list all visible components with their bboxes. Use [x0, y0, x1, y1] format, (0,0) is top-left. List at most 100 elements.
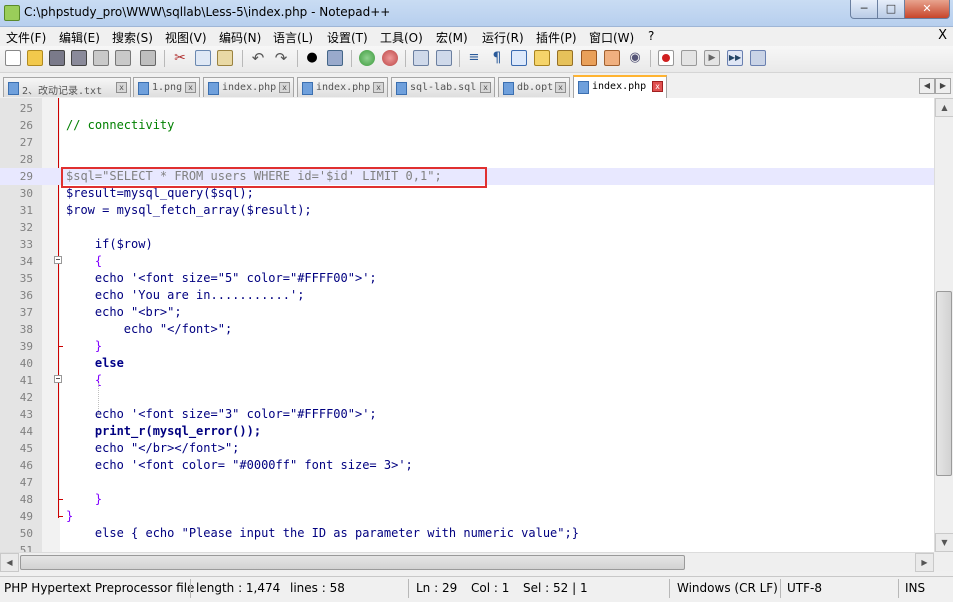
explorer-icon[interactable] — [604, 50, 620, 66]
menu-search[interactable]: 搜索(S) — [112, 29, 153, 46]
zoom-in-icon[interactable] — [359, 50, 375, 66]
tab-close-icon[interactable]: x — [116, 82, 127, 93]
horizontal-scroll-thumb[interactable] — [20, 555, 685, 570]
code-text: } — [66, 509, 74, 523]
scroll-right-arrow-icon[interactable]: ▶ — [915, 553, 934, 572]
scroll-down-arrow-icon[interactable]: ▼ — [935, 533, 953, 552]
sync-v-icon[interactable] — [413, 50, 429, 66]
code-editor[interactable]: 25 26// connectivity 27 28 29 $sql="SELEC… — [0, 98, 934, 552]
line-number: 35 — [19, 272, 33, 285]
map-icon[interactable] — [557, 50, 573, 66]
line-number: 28 — [19, 153, 33, 166]
folder-icon[interactable] — [534, 50, 550, 66]
tab-change-log[interactable]: 2、改动记录.txt x — [3, 77, 131, 97]
menu-encoding[interactable]: 编码(N) — [219, 29, 261, 46]
line-number: 48 — [19, 493, 33, 506]
menu-edit[interactable]: 编辑(E) — [59, 29, 100, 46]
tab-1-png[interactable]: 1.png x — [133, 77, 200, 97]
line-number: 41 — [19, 374, 33, 387]
minimize-button[interactable]: ─ — [850, 0, 878, 19]
save-icon[interactable] — [49, 50, 65, 66]
menu-macro[interactable]: 宏(M) — [436, 29, 468, 46]
menu-window[interactable]: 窗口(W) — [589, 29, 634, 46]
maximize-button[interactable]: □ — [877, 0, 905, 19]
line-number: 44 — [19, 425, 33, 438]
undo-icon[interactable]: ↶ — [250, 50, 266, 66]
code-text: // connectivity — [66, 118, 175, 132]
vertical-scroll-thumb[interactable] — [936, 291, 952, 476]
menu-help[interactable]: ? — [648, 29, 654, 43]
monitor-icon[interactable]: ◉ — [627, 50, 643, 66]
menu-file[interactable]: 文件(F) — [6, 29, 46, 46]
tab-scroll-left-icon[interactable]: ◀ — [919, 78, 935, 94]
record-macro-icon[interactable] — [658, 50, 674, 66]
close-document-x[interactable]: X — [938, 28, 947, 43]
code-line: 37 echo "<br>"; — [0, 304, 934, 321]
save-macro-icon[interactable] — [750, 50, 766, 66]
tab-db-opt[interactable]: db.opt x — [498, 77, 570, 97]
tab-close-icon[interactable]: x — [373, 82, 384, 93]
tab-index-php-1[interactable]: index.php x — [203, 77, 294, 97]
tab-index-php-active[interactable]: index.php x — [573, 75, 667, 98]
tab-close-icon[interactable]: x — [555, 82, 566, 93]
tab-close-icon[interactable]: x — [185, 82, 196, 93]
tab-bar: 2、改动记录.txt x 1.png x index.php x index.p… — [0, 74, 953, 99]
close-all-icon[interactable] — [115, 50, 131, 66]
indent-guide-icon[interactable] — [511, 50, 527, 66]
tab-sql-lab-sql[interactable]: sql-lab.sql x — [391, 77, 495, 97]
run-macro-multiple-icon[interactable]: ▶▶ — [727, 50, 743, 66]
toolbar-separator — [297, 50, 298, 67]
menu-plugins[interactable]: 插件(P) — [536, 29, 577, 46]
save-all-icon[interactable] — [71, 50, 87, 66]
line-number: 39 — [19, 340, 33, 353]
redo-icon[interactable]: ↷ — [273, 50, 289, 66]
replace-icon[interactable] — [327, 50, 343, 66]
stop-macro-icon[interactable] — [681, 50, 697, 66]
paste-icon[interactable] — [217, 50, 233, 66]
close-icon[interactable] — [93, 50, 109, 66]
copy-icon[interactable] — [195, 50, 211, 66]
toolbar-separator — [459, 50, 460, 67]
new-file-icon[interactable] — [5, 50, 21, 66]
tab-label: index.php — [222, 82, 277, 93]
menu-view[interactable]: 视图(V) — [165, 29, 207, 46]
tab-index-php-2[interactable]: index.php x — [297, 77, 388, 97]
status-column: Col : 1 — [471, 581, 510, 595]
menu-run[interactable]: 运行(R) — [482, 29, 524, 46]
indent-guide-line — [98, 383, 100, 417]
toolbar-separator — [242, 50, 243, 67]
wrap-icon[interactable]: ≡ — [466, 50, 482, 66]
show-all-chars-icon[interactable]: ¶ — [489, 50, 505, 66]
close-window-button[interactable]: ✕ — [904, 0, 950, 19]
function-list-icon[interactable] — [581, 50, 597, 66]
find-icon[interactable]: ● — [304, 50, 320, 66]
status-insert-mode: INS — [905, 581, 926, 595]
tab-close-icon[interactable]: x — [480, 82, 491, 93]
file-icon — [503, 82, 514, 95]
print-icon[interactable] — [140, 50, 156, 66]
scroll-up-arrow-icon[interactable]: ▲ — [935, 98, 953, 117]
menu-settings[interactable]: 设置(T) — [327, 29, 368, 46]
tab-close-icon[interactable]: x — [279, 82, 290, 93]
sync-h-icon[interactable] — [436, 50, 452, 66]
tab-scroll-right-icon[interactable]: ▶ — [935, 78, 951, 94]
menu-language[interactable]: 语言(L) — [273, 29, 313, 46]
cut-icon[interactable]: ✂ — [172, 50, 188, 66]
status-divider — [190, 579, 191, 598]
code-text: else — [66, 356, 124, 370]
vertical-scrollbar[interactable]: ▲ ▼ — [934, 98, 953, 552]
highlight-annotation-box — [61, 167, 487, 188]
scroll-left-arrow-icon[interactable]: ◀ — [0, 553, 19, 572]
code-line: 31 $row = mysql_fetch_array($result); — [0, 202, 934, 219]
code-text: { — [66, 254, 103, 268]
zoom-out-icon[interactable] — [382, 50, 398, 66]
menu-tools[interactable]: 工具(O) — [380, 29, 423, 46]
open-file-icon[interactable] — [27, 50, 43, 66]
tab-close-icon[interactable]: x — [652, 81, 663, 92]
status-length: length : 1,474 — [196, 581, 281, 595]
status-divider — [898, 579, 899, 598]
code-line: 25 — [0, 100, 934, 117]
play-macro-icon[interactable]: ▶ — [704, 50, 720, 66]
horizontal-scrollbar[interactable]: ◀ ▶ — [0, 552, 934, 572]
code-text: else { echo "Please input the ID as para… — [66, 526, 579, 540]
